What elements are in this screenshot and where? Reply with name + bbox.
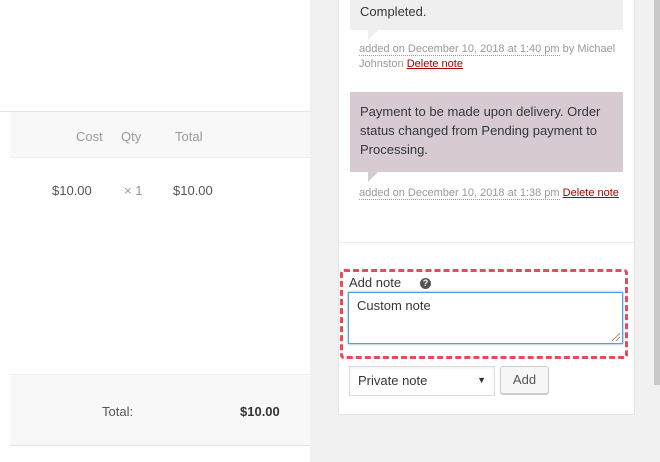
column-total: Total <box>175 129 203 144</box>
column-cost: Cost <box>76 129 103 144</box>
table-row: $10.00 × 1 $10.00 <box>10 158 310 218</box>
item-qty: × 1 <box>124 183 143 198</box>
help-icon[interactable]: ? <box>420 278 431 289</box>
item-cost: $10.00 <box>52 183 92 198</box>
note-meta: added on December 10, 2018 at 1:40 pm by… <box>359 42 619 72</box>
chevron-down-icon: ▼ <box>477 375 486 385</box>
add-note-label: Add note <box>349 275 402 290</box>
note-type-select[interactable]: Private note ▼ <box>349 366 495 396</box>
divider <box>339 242 634 243</box>
note-date: added on December 10, 2018 at 1:40 pm <box>359 43 560 56</box>
item-total: $10.00 <box>173 183 213 198</box>
scrollbar[interactable] <box>654 0 660 385</box>
total-label: Total: <box>102 404 134 419</box>
note-customer: Payment to be made upon delivery. Order … <box>350 92 623 182</box>
order-items-top <box>0 0 310 112</box>
add-note-value: Custom note <box>357 298 431 313</box>
note-date: added on December 10, 2018 at 1:38 pm <box>359 187 560 200</box>
items-table-header: Cost Qty Total <box>10 112 310 158</box>
order-totals: Total: $10.00 <box>10 374 310 446</box>
column-qty: Qty <box>121 129 142 144</box>
delete-note-link[interactable]: Delete note <box>563 187 619 199</box>
order-items-panel: Cost Qty Total $10.00 × 1 $10.00 Total: … <box>0 0 310 462</box>
note-type-value: Private note <box>358 373 428 388</box>
add-note-textarea[interactable]: Custom note <box>348 292 623 344</box>
note-system: Completed. <box>350 0 623 40</box>
note-meta: added on December 10, 2018 at 1:38 pm De… <box>359 186 619 201</box>
total-amount: $10.00 <box>240 404 280 419</box>
add-note-button[interactable]: Add <box>500 366 549 394</box>
delete-note-link[interactable]: Delete note <box>407 58 463 70</box>
resize-grip-icon[interactable] <box>612 333 620 341</box>
